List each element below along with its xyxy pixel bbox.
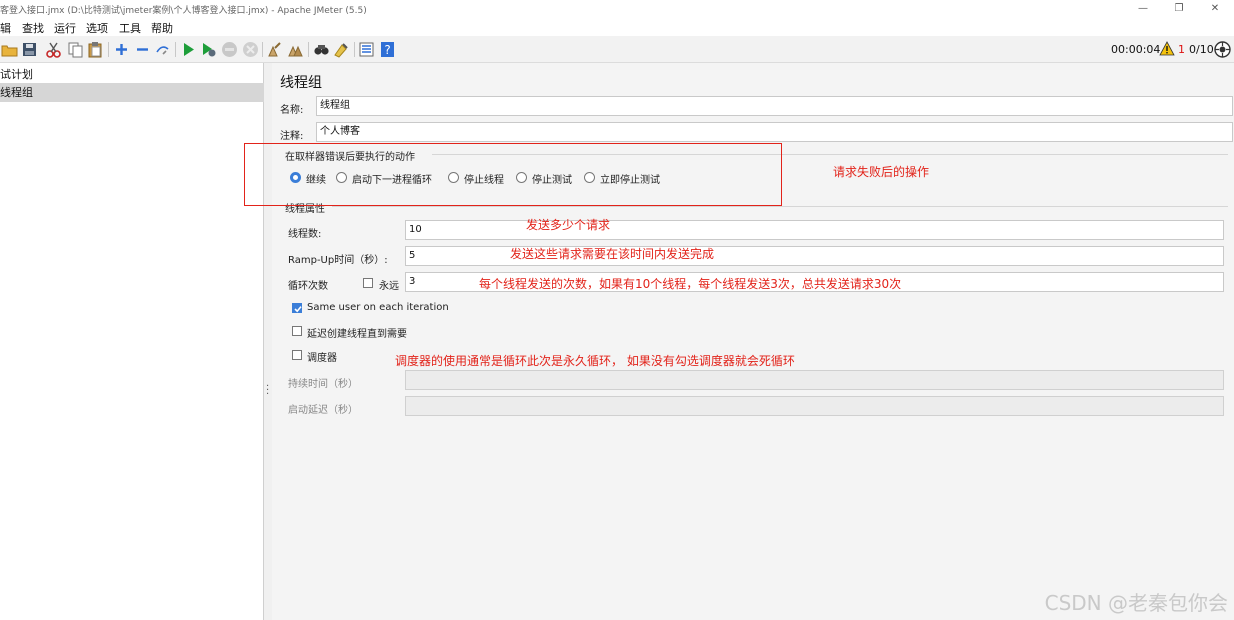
rampup-label: Ramp-Up时间（秒）: xyxy=(288,255,388,266)
open-icon[interactable] xyxy=(1,41,18,58)
search-icon[interactable] xyxy=(313,41,330,58)
remote-globe-icon[interactable] xyxy=(1214,41,1231,58)
name-label: 名称: xyxy=(280,105,304,116)
help-icon[interactable]: ? xyxy=(379,41,396,58)
comment-input[interactable]: 个人博客 xyxy=(316,122,1233,142)
reset-search-icon[interactable] xyxy=(333,41,350,58)
annotation-scheduler: 调度器的使用通常是循环此次是永久循环， 如果没有勾选调度器就会死循环 xyxy=(395,354,795,368)
warning-count: 1 xyxy=(1178,43,1185,56)
menu-help[interactable]: 帮助 xyxy=(151,20,173,36)
toolbar: ? 00:00:04 1 0/10 xyxy=(0,36,1234,63)
warning-icon[interactable] xyxy=(1159,41,1175,57)
toggle-icon[interactable] xyxy=(154,41,171,58)
annotation-threads: 发送多少个请求 xyxy=(526,218,611,232)
svg-text:?: ? xyxy=(384,43,390,57)
comment-label: 注释: xyxy=(280,131,304,142)
startup-delay-input[interactable] xyxy=(405,396,1224,416)
menu-options[interactable]: 选项 xyxy=(86,20,108,36)
restore-button[interactable]: ❐ xyxy=(1164,0,1194,18)
name-input[interactable]: 线程组 xyxy=(316,96,1233,116)
watermark: CSDN @老秦包你会 xyxy=(1044,591,1228,615)
same-user-label: Same user on each iteration xyxy=(307,302,449,313)
threads-label: 线程数: xyxy=(288,229,322,240)
function-helper-icon[interactable] xyxy=(358,41,375,58)
loop-count-label: 循环次数 xyxy=(288,281,328,292)
menu-tools[interactable]: 工具 xyxy=(119,20,141,36)
toolbar-separator xyxy=(354,42,355,57)
page-title: 线程组 xyxy=(280,75,322,91)
thread-count: 0/10 xyxy=(1189,43,1214,56)
duration-input[interactable] xyxy=(405,370,1224,390)
minimize-button[interactable]: — xyxy=(1128,0,1158,18)
cut-icon[interactable] xyxy=(45,41,62,58)
save-icon[interactable] xyxy=(21,41,38,58)
copy-icon[interactable] xyxy=(67,41,84,58)
clear-icon[interactable] xyxy=(266,41,283,58)
toolbar-separator xyxy=(175,42,176,57)
menu-run[interactable]: 运行 xyxy=(54,20,76,36)
expand-icon[interactable] xyxy=(113,41,130,58)
duration-label: 持续时间（秒） xyxy=(288,379,358,390)
menu-search[interactable]: 查找 xyxy=(22,20,44,36)
group-divider xyxy=(332,206,1228,207)
scheduler-label: 调度器 xyxy=(307,353,337,364)
toolbar-separator xyxy=(108,42,109,57)
tree-item-thread-group[interactable]: 线程组 xyxy=(0,83,264,102)
test-plan-tree: 试计划 线程组 xyxy=(0,63,264,620)
collapse-icon[interactable] xyxy=(134,41,151,58)
close-button[interactable]: ✕ xyxy=(1200,0,1230,18)
delay-thread-creation-checkbox[interactable] xyxy=(292,326,302,336)
menu-edit[interactable]: 辑 xyxy=(0,20,11,36)
window-title: 客登入接口.jmx (D:\比特测试\jmeter案例\个人博客登入接口.jmx… xyxy=(0,6,367,16)
stop-icon[interactable] xyxy=(221,41,238,58)
annotation-highlight-box xyxy=(244,143,782,206)
forever-label: 永远 xyxy=(379,281,399,292)
startup-delay-label: 启动延迟（秒） xyxy=(288,405,358,416)
scheduler-checkbox[interactable] xyxy=(292,350,302,360)
same-user-checkbox[interactable] xyxy=(292,303,302,313)
menu-bar: 辑 查找 运行 选项 工具 帮助 xyxy=(0,18,1234,36)
clear-all-icon[interactable] xyxy=(287,41,304,58)
toolbar-separator xyxy=(262,42,263,57)
start-icon[interactable] xyxy=(180,41,197,58)
annotation-loop: 每个线程发送的次数，如果有10个线程，每个线程发送3次，总共发送请求30次 xyxy=(479,277,902,291)
annotation-rampup: 发送这些请求需要在该时间内发送完成 xyxy=(510,247,715,261)
shutdown-icon[interactable] xyxy=(242,41,259,58)
annotation-error-action: 请求失败后的操作 xyxy=(833,165,930,179)
start-no-pause-icon[interactable] xyxy=(200,41,217,58)
tree-item-test-plan[interactable]: 试计划 xyxy=(0,65,264,84)
check-icon xyxy=(294,306,302,313)
splitter-grip-icon: · · · xyxy=(266,381,270,400)
toolbar-separator xyxy=(308,42,309,57)
elapsed-timer: 00:00:04 xyxy=(1111,43,1161,56)
paste-icon[interactable] xyxy=(87,41,104,58)
forever-checkbox[interactable] xyxy=(363,278,373,288)
delay-thread-creation-label: 延迟创建线程直到需要 xyxy=(307,329,407,340)
title-bar: 客登入接口.jmx (D:\比特测试\jmeter案例\个人博客登入接口.jmx… xyxy=(0,0,1234,18)
